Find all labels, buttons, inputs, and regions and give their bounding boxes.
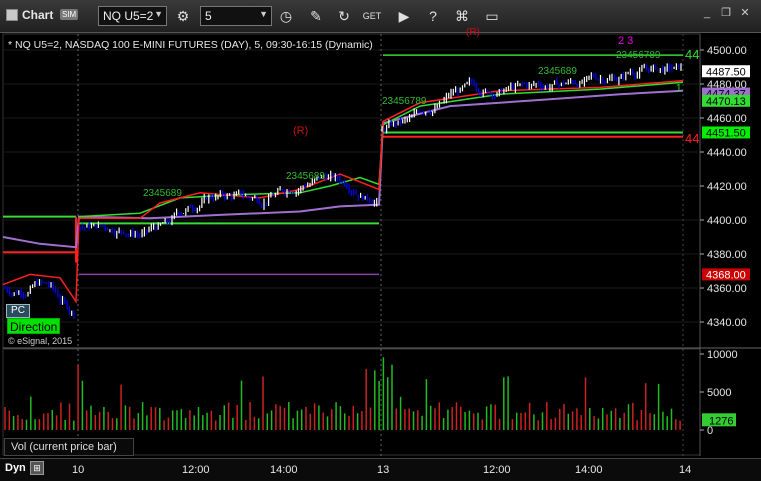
time-tick-label: 12:00 (182, 464, 210, 476)
price-badge-label: 4368.00 (706, 269, 746, 281)
volume-badge-label: 1276 (709, 415, 733, 427)
pc-tag[interactable]: PC (6, 304, 30, 318)
price-tick-label: 4460.00 (707, 113, 747, 125)
price-tick-label: 4380.00 (707, 249, 747, 261)
time-tick-label: 10 (72, 464, 85, 476)
time-tick-label: 13 (377, 464, 390, 476)
count-sequence: 23456789 (382, 96, 427, 107)
price-tick-label: 4440.00 (707, 147, 747, 159)
dyn-label[interactable]: Dyn (5, 462, 26, 474)
price-tick-label: 4360.00 (707, 283, 747, 295)
price-chart[interactable]: (R) (R) 44 44 2345689 2345689 23456789 2345689 2… (0, 0, 761, 481)
count-sequence: 2345689 (286, 171, 325, 182)
price-badge-label: 4487.50 (706, 66, 746, 78)
level-44-green-label: 44 (685, 47, 699, 62)
magenta-count: 2 3 (618, 35, 633, 47)
dyn-settings-icon[interactable]: ⊞ (30, 461, 44, 475)
volume-study-label[interactable]: Vol (current price bar) (4, 438, 134, 456)
price-tick-label: 4420.00 (707, 181, 747, 193)
time-tick-label: 14:00 (270, 464, 298, 476)
time-axis-bar: Dyn ⊞ 10 12:00 14:00 13 12:00 14:00 14 (0, 458, 761, 481)
time-tick-label: 14 (679, 464, 692, 476)
chart-header: * NQ U5=2, NASDAQ 100 E-MINI FUTURES (DA… (8, 39, 373, 51)
copyright-text: © eSignal, 2015 (8, 336, 73, 346)
volume-tick-label: 10000 (707, 349, 738, 361)
time-tick-label: 14:00 (575, 464, 603, 476)
volume-tick-label: 5000 (707, 387, 731, 399)
count-sequence: 23456789 (616, 50, 661, 61)
r-label: (R) (293, 125, 308, 137)
small-count: 1 (676, 83, 682, 94)
count-sequence: 2345689 (538, 66, 577, 77)
price-badge-label: 4451.50 (706, 127, 746, 139)
price-tick-label: 4340.00 (707, 317, 747, 329)
level-44-red-label: 44 (685, 131, 699, 146)
price-badge-label: 4470.13 (706, 96, 746, 108)
count-sequence: 2345689 (143, 188, 182, 199)
r-top-label: (R) (466, 27, 480, 38)
price-tick-label: 4500.00 (707, 45, 747, 57)
time-tick-label: 12:00 (483, 464, 511, 476)
direction-tag[interactable]: Direction (7, 318, 61, 334)
price-tick-label: 4400.00 (707, 215, 747, 227)
